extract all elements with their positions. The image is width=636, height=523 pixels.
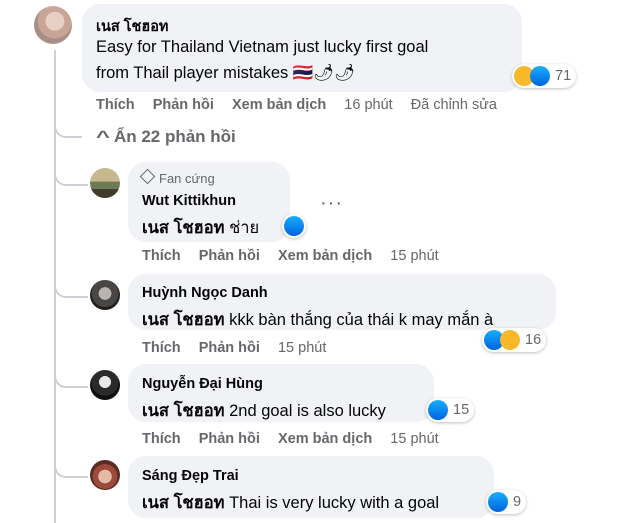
reply-text: 2nd goal is also lucky	[229, 402, 386, 420]
avatar[interactable]	[90, 280, 120, 310]
reply-text: ช่าย	[229, 219, 260, 237]
edited-label: Đã chỉnh sửa	[410, 97, 497, 113]
haha-icon	[500, 330, 520, 350]
translate-button[interactable]: Xem bản dịch	[232, 97, 326, 113]
thread-curve-reply-3	[54, 362, 88, 388]
reply-button[interactable]: Phản hồi	[199, 431, 260, 447]
mention-tag[interactable]: เนส โชฮอท	[142, 219, 225, 237]
reaction-count: 9	[513, 494, 522, 510]
avatar[interactable]	[90, 460, 120, 490]
reaction-count: 15	[453, 402, 470, 418]
like-icon	[488, 492, 508, 512]
hide-replies-button[interactable]: ^ Ẩn 22 phản hồi	[96, 127, 236, 147]
like-icon	[428, 400, 448, 420]
main-comment-reactions[interactable]: 71	[512, 64, 577, 88]
reply-1-reactions[interactable]	[282, 214, 306, 238]
top-fan-badge: Fan cứng	[139, 168, 215, 186]
reply-3-author[interactable]: Nguyễn Đại Hùng	[142, 376, 263, 392]
like-icon	[530, 66, 550, 86]
badge-label: Fan cứng	[159, 171, 215, 186]
avatar[interactable]	[90, 370, 120, 400]
timestamp[interactable]: 16 phút	[344, 97, 392, 113]
main-comment-author[interactable]: เนส โชฮอท	[96, 15, 169, 38]
reply-1-author[interactable]: Wut Kittikhun	[142, 193, 236, 209]
mention-tag[interactable]: เนส โชฮอท	[142, 311, 225, 329]
like-icon	[284, 216, 304, 236]
more-options-icon[interactable]: ···	[320, 192, 343, 215]
chevron-up-icon: ^	[96, 127, 110, 146]
reply-3-text: เนส โชฮอท 2nd goal is also lucky	[142, 398, 386, 424]
reply-2-reactions[interactable]: 16	[482, 328, 547, 352]
thread-curve-reply-2	[54, 272, 88, 298]
reply-4-author[interactable]: Sáng Đẹp Trai	[142, 468, 239, 484]
like-button[interactable]: Thích	[142, 431, 181, 447]
like-button[interactable]: Thích	[96, 97, 135, 113]
timestamp[interactable]: 15 phút	[390, 431, 438, 447]
like-button[interactable]: Thích	[142, 248, 181, 264]
thread-curve-hide	[54, 118, 82, 138]
hide-replies-label: Ẩn 22 phản hồi	[113, 127, 236, 146]
reply-text: kkk bàn thắng của thái k may mắn à	[229, 311, 494, 329]
thread-curve-reply-1	[54, 160, 88, 186]
main-comment-actions: Thích Phản hồi Xem bản dịch 16 phút Đã c…	[96, 97, 511, 113]
translate-button[interactable]: Xem bản dịch	[278, 431, 372, 447]
reply-1-actions: Thích Phản hồi Xem bản dịch 15 phút	[142, 248, 453, 264]
mention-tag[interactable]: เนส โชฮอท	[142, 402, 225, 420]
reply-4-text: เนส โชฮอท Thai is very lucky with a goal	[142, 490, 439, 516]
reply-button[interactable]: Phản hồi	[199, 340, 260, 356]
avatar[interactable]	[34, 6, 72, 44]
reply-1-text: เนส โชฮอท ช่าย	[142, 215, 259, 241]
translate-button[interactable]: Xem bản dịch	[278, 248, 372, 264]
thread-curve-reply-4	[54, 452, 88, 478]
main-comment-text-line2: from Thail player mistakes 🇹🇭🌶🌶	[96, 64, 356, 82]
reply-3-actions: Thích Phản hồi Xem bản dịch 15 phút	[142, 431, 453, 447]
reply-text: Thai is very lucky with a goal	[229, 494, 440, 512]
reaction-count: 71	[555, 68, 572, 84]
reply-2-author[interactable]: Huỳnh Ngọc Danh	[142, 285, 268, 301]
main-comment-text-line1: Easy for Thailand Vietnam just lucky fir…	[96, 38, 429, 56]
timestamp[interactable]: 15 phút	[390, 248, 438, 264]
avatar[interactable]	[90, 168, 120, 198]
mention-tag[interactable]: เนส โชฮอท	[142, 494, 225, 512]
timestamp[interactable]: 15 phút	[278, 340, 326, 356]
reply-button[interactable]: Phản hồi	[153, 97, 214, 113]
reply-2-actions: Thích Phản hồi 15 phút	[142, 340, 340, 356]
reply-4-reactions[interactable]: 9	[486, 490, 527, 514]
diamond-icon	[139, 168, 156, 185]
reply-button[interactable]: Phản hồi	[199, 248, 260, 264]
like-button[interactable]: Thích	[142, 340, 181, 356]
reply-3-reactions[interactable]: 15	[426, 398, 475, 422]
reaction-count: 16	[525, 332, 542, 348]
reply-2-text: เนส โชฮอท kkk bàn thắng của thái k may m…	[142, 307, 493, 333]
